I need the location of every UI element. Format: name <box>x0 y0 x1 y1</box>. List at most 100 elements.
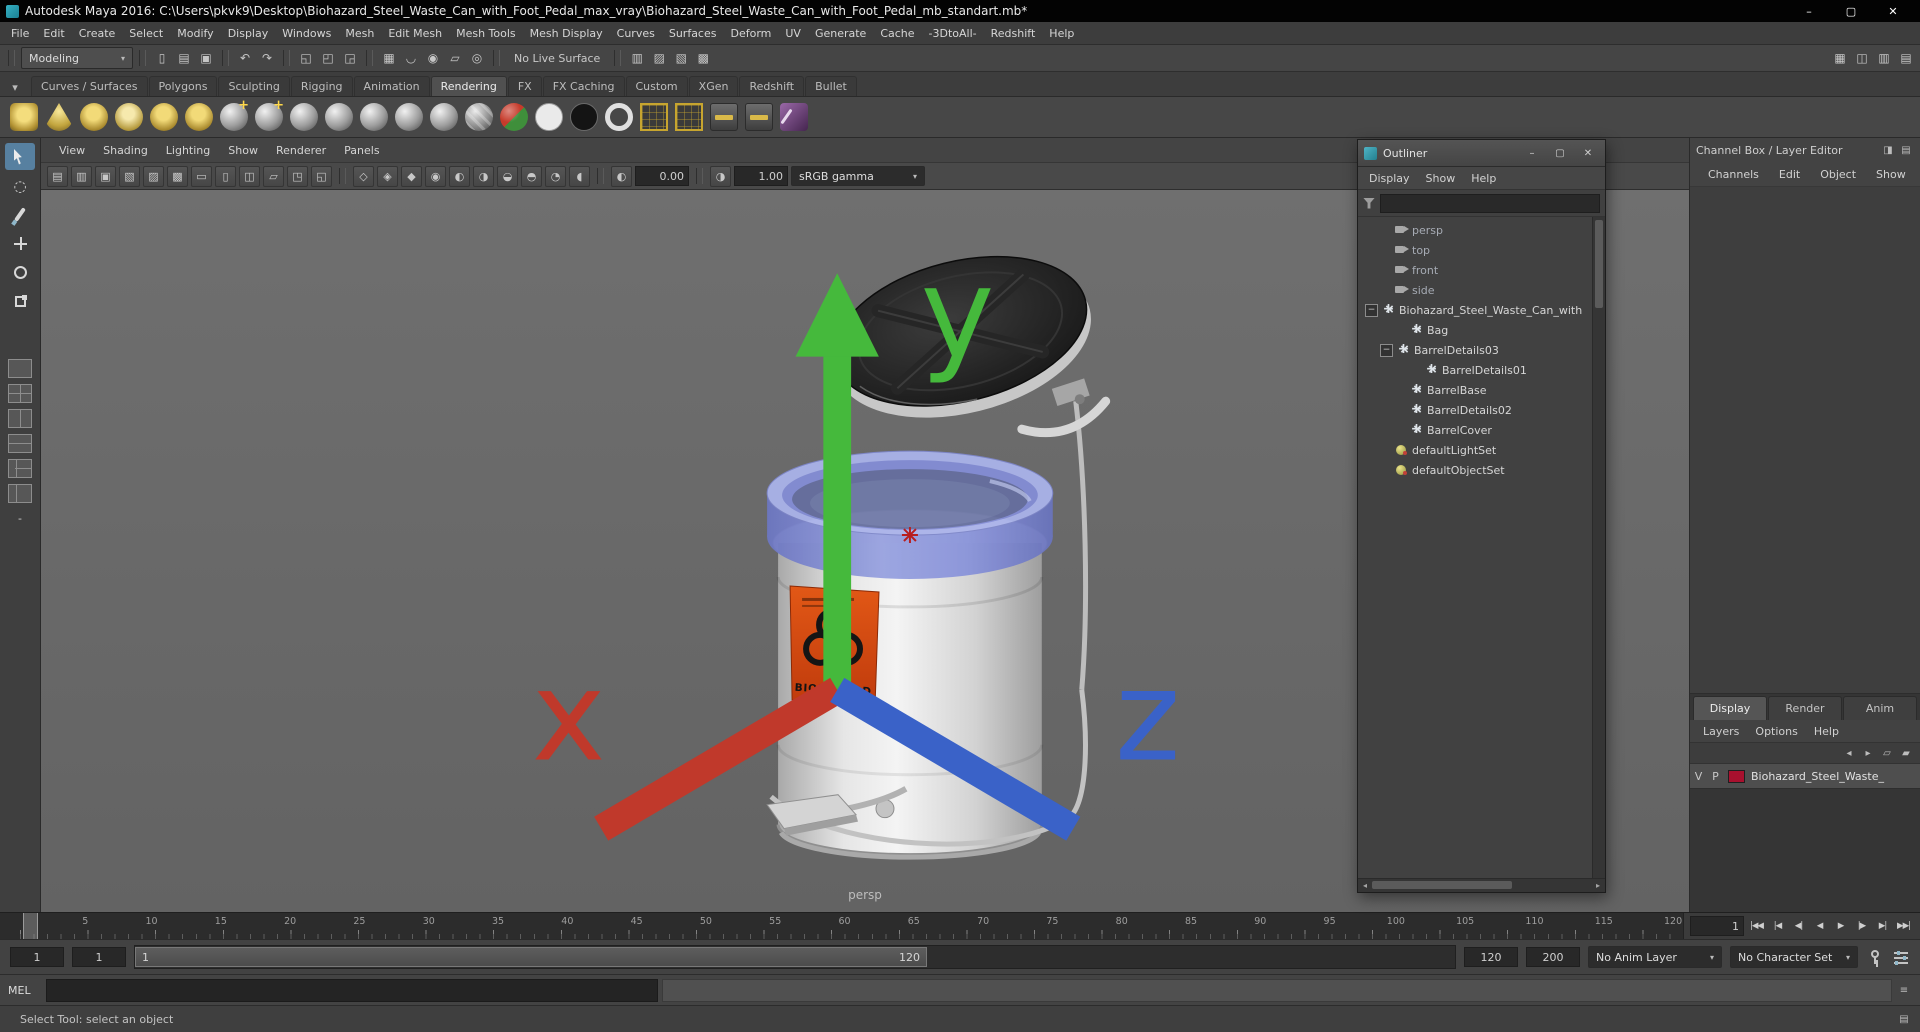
shelf-material-3-button[interactable] <box>360 103 388 131</box>
shelf-uv-snapshot-button[interactable] <box>675 103 703 131</box>
shelf-surface-shader-button[interactable] <box>535 103 563 131</box>
menu-item[interactable]: Windows <box>275 27 338 40</box>
layout-single-pane-button[interactable] <box>8 359 32 378</box>
new-scene-button[interactable]: ▯ <box>152 48 172 68</box>
outliner-item[interactable]: side <box>1358 280 1593 300</box>
resolution-gate-icon[interactable]: ▯ <box>215 165 236 187</box>
menu-item[interactable]: Redshift <box>984 27 1043 40</box>
playback-end-field[interactable] <box>1464 947 1518 967</box>
create-empty-layer-icon[interactable]: ▱ <box>1879 745 1895 761</box>
layer-color-swatch[interactable] <box>1728 769 1745 783</box>
motion-blur-icon[interactable]: ◒ <box>497 165 518 187</box>
shelf-menu-icon[interactable]: ▾ <box>6 78 24 96</box>
expand-collapse-icon[interactable] <box>1380 285 1391 296</box>
snap-to-curve-button[interactable]: ◡ <box>401 48 421 68</box>
menu-item[interactable]: UV <box>778 27 808 40</box>
grip-handle[interactable] <box>614 50 622 66</box>
expand-collapse-icon[interactable] <box>1380 245 1391 256</box>
layer-editor-tab[interactable]: Render <box>1768 696 1842 720</box>
grip-handle[interactable] <box>493 50 500 66</box>
command-line-mode-label[interactable]: MEL <box>8 984 42 997</box>
toggle-channel-box-button[interactable]: ▤ <box>1896 48 1916 68</box>
shelf-material-4-button[interactable] <box>395 103 423 131</box>
grip-handle[interactable] <box>139 50 146 66</box>
range-slider-handle[interactable]: 1 120 <box>135 947 927 967</box>
layout-three-pane-button[interactable] <box>8 459 32 478</box>
layer-editor-tab[interactable]: Anim <box>1843 696 1917 720</box>
expand-collapse-icon[interactable] <box>1380 465 1391 476</box>
safe-action-icon[interactable]: ◳ <box>287 165 308 187</box>
shelf-black-hole-shader-button[interactable] <box>570 103 598 131</box>
shadows-icon[interactable]: ◐ <box>449 165 470 187</box>
shelf-tab[interactable]: Bullet <box>805 76 857 96</box>
channel-box-menu-item[interactable]: Edit <box>1771 168 1808 181</box>
menu-item[interactable]: File <box>4 27 36 40</box>
panel-menu-icon[interactable]: ▤ <box>1898 142 1914 158</box>
outliner-item[interactable]: − Biohazard_Steel_Waste_Can_with <box>1358 300 1593 320</box>
shelf-volume-light-button[interactable] <box>185 103 213 131</box>
layout-more-button[interactable]: - <box>18 512 22 525</box>
help-line-icon[interactable]: ▤ <box>1896 1011 1912 1027</box>
layout-four-pane-button[interactable] <box>8 384 32 403</box>
paint-select-tool[interactable] <box>5 201 35 228</box>
wireframe-icon[interactable]: ◇ <box>353 165 374 187</box>
menu-item[interactable]: Edit Mesh <box>381 27 449 40</box>
camera-attributes-icon[interactable]: ▣ <box>95 165 116 187</box>
menu-item[interactable]: Edit <box>36 27 71 40</box>
shelf-material-2-button[interactable] <box>325 103 353 131</box>
scrollbar-thumb[interactable] <box>1595 220 1603 308</box>
gamma-field[interactable] <box>734 166 788 186</box>
menu-item[interactable]: Mesh Display <box>523 27 610 40</box>
expand-collapse-icon[interactable] <box>1395 325 1406 336</box>
layer-name[interactable]: Biohazard_Steel_Waste_ <box>1749 770 1920 783</box>
menu-item[interactable]: Mesh Tools <box>449 27 523 40</box>
expand-collapse-icon[interactable] <box>1380 265 1391 276</box>
shelf-area-light-button[interactable] <box>150 103 178 131</box>
shelf-spot-light-button[interactable] <box>45 103 73 131</box>
shelf-use-background-button[interactable] <box>465 103 493 131</box>
channel-box-menu-item[interactable]: Object <box>1812 168 1864 181</box>
select-camera-icon[interactable]: ▤ <box>47 165 68 187</box>
panel-menu-item[interactable]: Shading <box>95 144 156 157</box>
screen-space-ao-icon[interactable]: ◑ <box>473 165 494 187</box>
range-slider-track[interactable]: 1 120 <box>134 945 1456 969</box>
image-plane-icon[interactable]: ▨ <box>143 165 164 187</box>
toggle-tool-settings-button[interactable]: ▥ <box>1874 48 1894 68</box>
menu-item[interactable]: Mesh <box>338 27 381 40</box>
play-forwards-button[interactable]: ▶ <box>1830 916 1851 936</box>
panel-pin-icon[interactable]: ◨ <box>1880 142 1896 158</box>
layer-editor-menu-item[interactable]: Layers <box>1696 725 1746 738</box>
step-back-frame-button[interactable]: |◀ <box>1767 916 1788 936</box>
lasso-select-tool[interactable] <box>5 172 35 199</box>
expand-collapse-icon[interactable] <box>1395 405 1406 416</box>
filter-icon[interactable] <box>1363 197 1375 209</box>
smooth-shade-icon[interactable]: ◈ <box>377 165 398 187</box>
playback-start-field[interactable] <box>72 947 126 967</box>
play-backwards-button[interactable]: ◀ <box>1809 916 1830 936</box>
textured-icon[interactable]: ◆ <box>401 165 422 187</box>
layer-move-down-icon[interactable]: ▸ <box>1860 745 1876 761</box>
snap-to-plane-button[interactable]: ▱ <box>445 48 465 68</box>
shelf-tab[interactable]: Redshift <box>739 76 805 96</box>
shelf-assign-lambert-button[interactable] <box>255 98 284 131</box>
shelf-paint-effects-button[interactable] <box>780 103 808 131</box>
outliner-horizontal-scrollbar[interactable]: ◂ ▸ <box>1358 878 1605 892</box>
select-object-button[interactable]: ◰ <box>318 48 338 68</box>
shelf-ramp-shader-button[interactable] <box>605 103 633 131</box>
outliner-vertical-scrollbar[interactable] <box>1592 217 1605 878</box>
channel-box-menu-item[interactable]: Channels <box>1700 168 1767 181</box>
auto-keyframe-button[interactable] <box>1866 948 1884 966</box>
outliner-item[interactable]: BarrelDetails01 <box>1358 360 1593 380</box>
render-current-frame-button[interactable]: ▨ <box>649 48 669 68</box>
shelf-clamp-b-button[interactable] <box>745 103 773 131</box>
panel-menu-item[interactable]: Panels <box>336 144 387 157</box>
outliner-search-input[interactable] <box>1380 193 1600 213</box>
open-scene-button[interactable]: ▤ <box>174 48 194 68</box>
multisample-icon[interactable]: ◓ <box>521 165 542 187</box>
layer-editor-menu-item[interactable]: Help <box>1807 725 1846 738</box>
scrollbar-thumb[interactable] <box>1372 881 1512 889</box>
xray-icon[interactable]: ◖ <box>569 165 590 187</box>
shelf-directional-light-button[interactable] <box>115 103 143 131</box>
layer-row[interactable]: V P Biohazard_Steel_Waste_ <box>1690 764 1920 789</box>
gamma-icon[interactable]: ◑ <box>710 165 731 187</box>
